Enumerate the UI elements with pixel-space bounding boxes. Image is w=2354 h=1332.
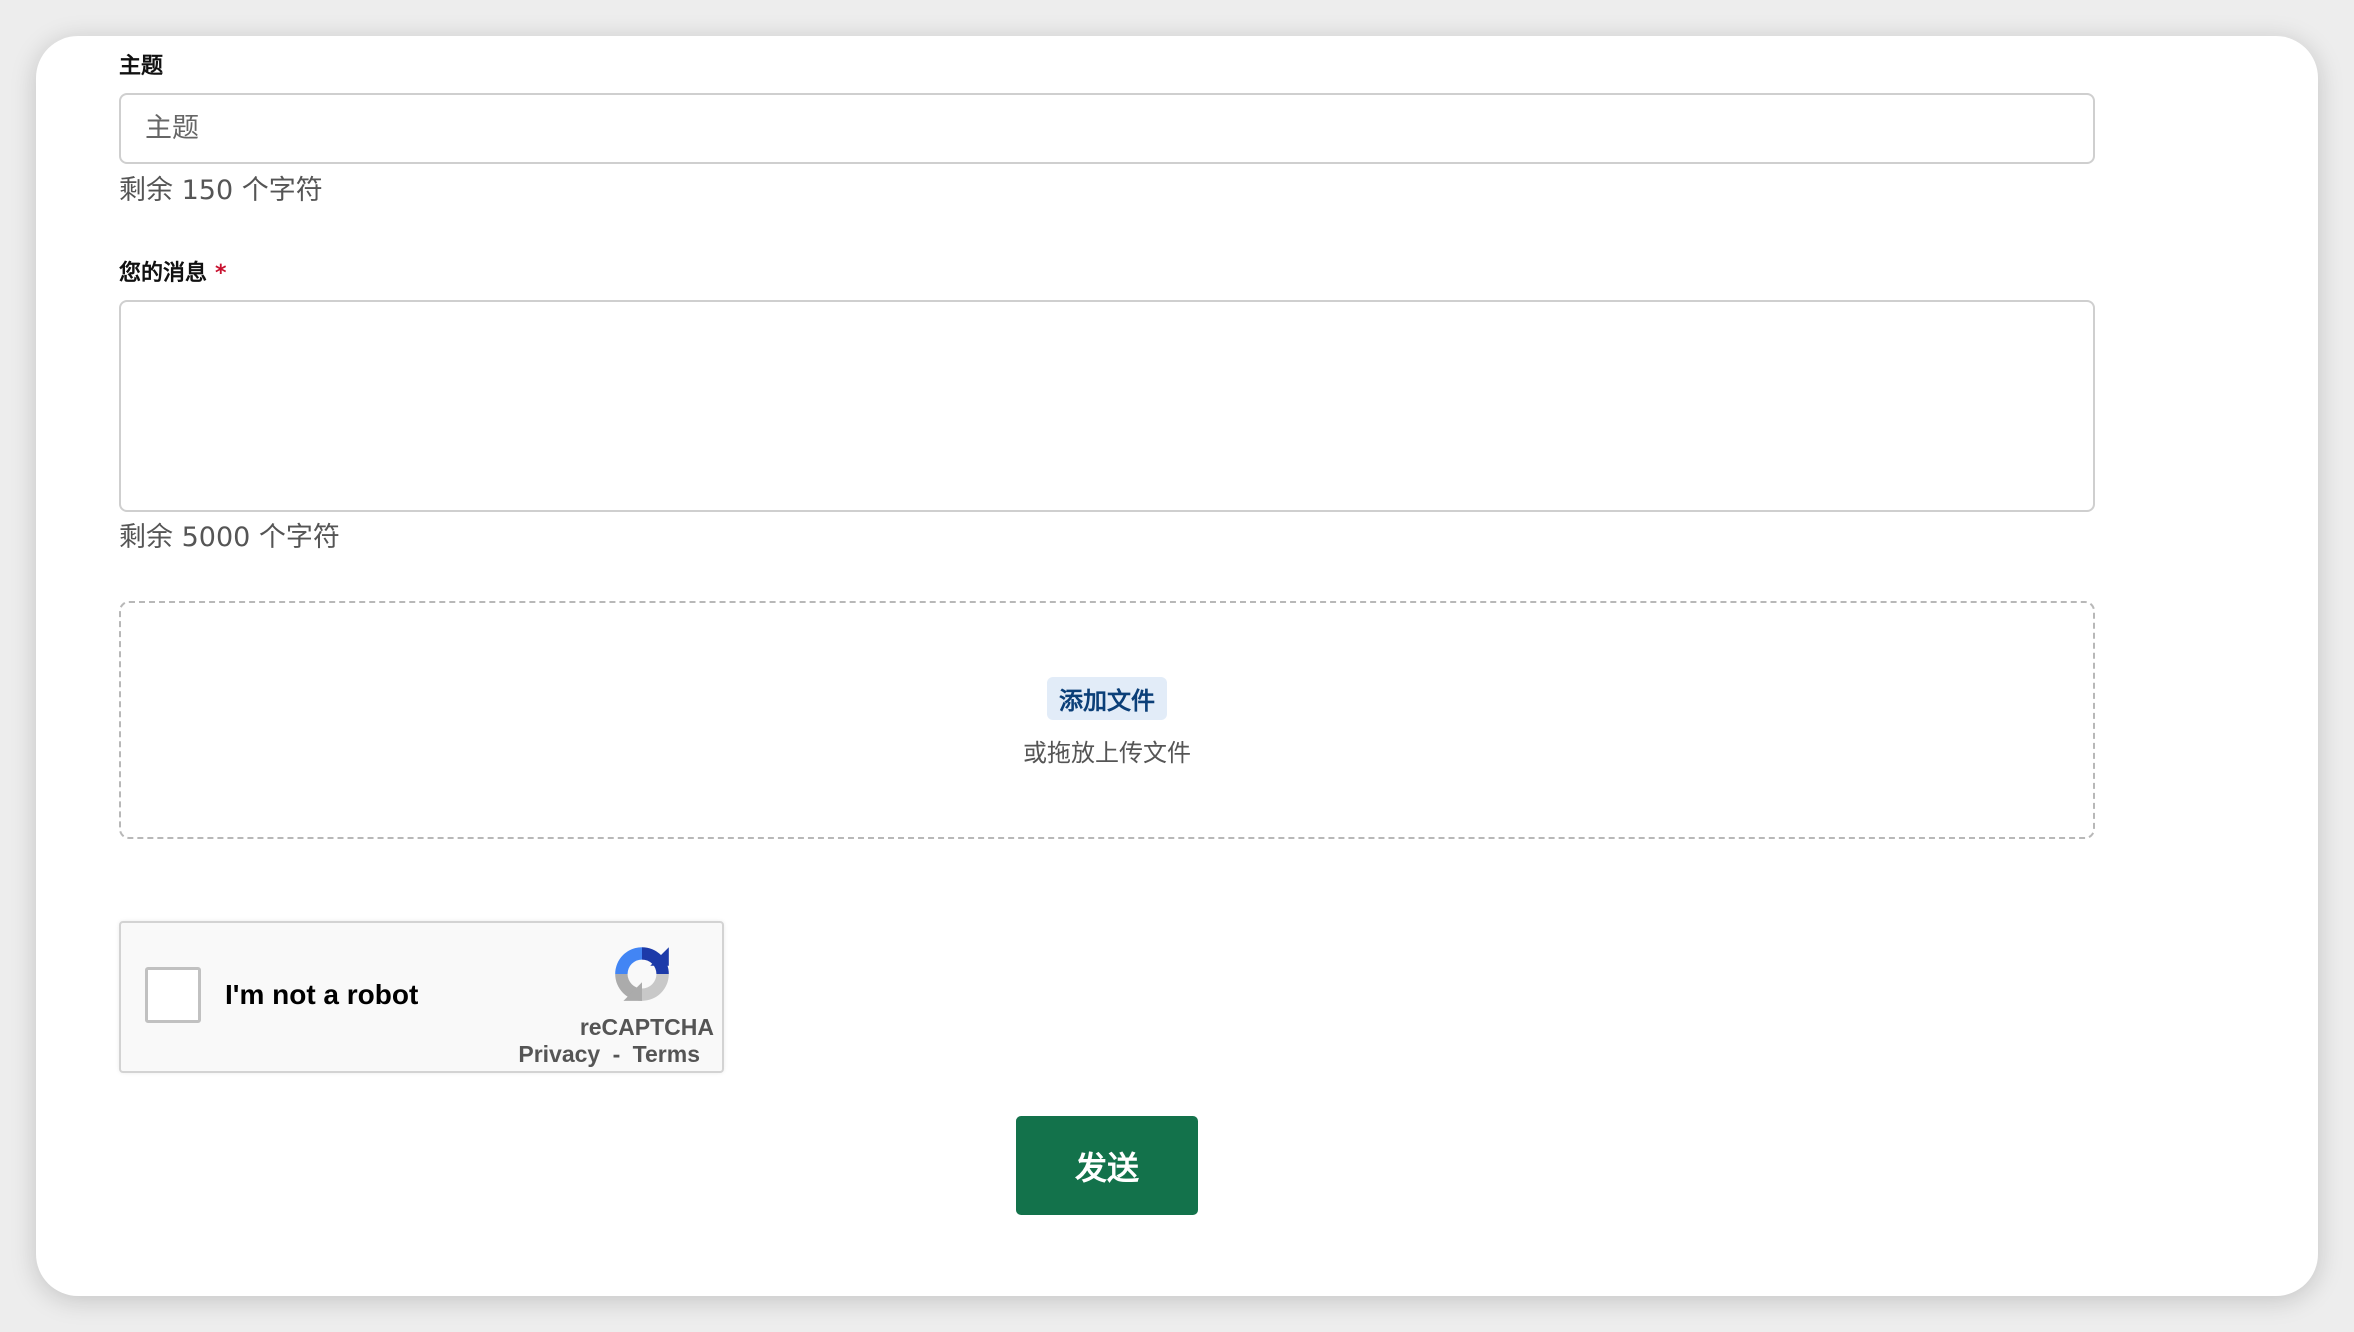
recaptcha-terms-link[interactable]: Terms [633,1041,700,1067]
subject-input[interactable] [119,93,2095,164]
message-char-counter: 剩余 5000 个字符 [119,522,340,553]
drop-hint-text: 或拖放上传文件 [1023,739,1191,767]
file-dropzone[interactable]: 添加文件 或拖放上传文件 [119,601,2095,839]
recaptcha-links: Privacy - Terms [518,1041,700,1067]
send-button[interactable]: 发送 [1016,1116,1198,1215]
subject-label-text: 主题 [119,54,164,79]
recaptcha-checkbox[interactable] [145,967,201,1023]
required-marker: * [215,261,227,286]
recaptcha-label: I'm not a robot [225,979,419,1010]
recaptcha-widget: I'm not a robot reCAPTCHA Privacy - Term… [119,921,724,1073]
recaptcha-logo-icon [615,947,669,1001]
subject-char-counter: 剩余 150 个字符 [119,175,323,206]
message-textarea[interactable] [119,300,2095,512]
recaptcha-brand: reCAPTCHA [579,1014,714,1040]
message-label-text: 您的消息 [119,261,208,286]
recaptcha-privacy-link[interactable]: Privacy [518,1041,600,1067]
recaptcha-link-separator: - [612,1041,621,1067]
subject-label: 主题 [119,53,163,81]
add-file-button[interactable]: 添加文件 [1047,677,1167,720]
form-card: 主题 剩余 150 个字符 您的消息 * 剩余 5000 个字符 添加文件 或拖放… [36,36,2318,1296]
message-label: 您的消息 * [119,260,227,288]
contact-form: 主题 剩余 150 个字符 您的消息 * 剩余 5000 个字符 添加文件 或拖放… [36,36,2318,1296]
